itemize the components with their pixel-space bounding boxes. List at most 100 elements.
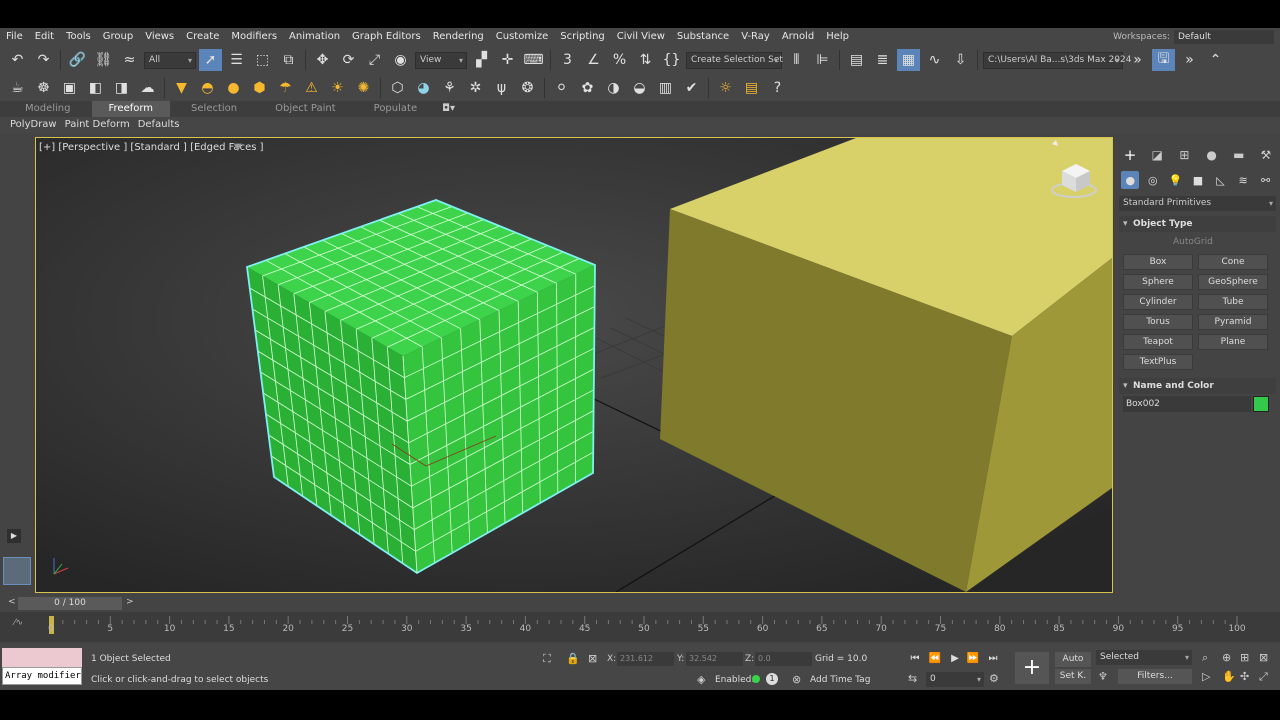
viewport-layout-thumb[interactable] [3,557,31,585]
rectangular-selection-icon[interactable]: ⬚ [251,49,274,71]
material-sphere-icon[interactable]: ⚪ [550,77,573,99]
place-icon[interactable]: ◉ [389,49,412,71]
select-manipulate-icon[interactable]: ✛ [496,49,519,71]
sphere-light-icon[interactable]: ● [222,77,245,99]
cylinder-button[interactable]: Cylinder [1123,294,1193,310]
menu-substance[interactable]: Substance [671,28,735,45]
menu-civil-view[interactable]: Civil View [611,28,671,45]
tab-populate[interactable]: Populate [357,101,434,117]
textplus-button[interactable]: TextPlus [1123,354,1193,370]
autogrid-checkbox[interactable]: AutoGrid [1173,237,1213,247]
expand-layout-icon[interactable]: ▶ [7,529,21,543]
zoom-extents-all-icon[interactable]: ⊠ [1259,651,1268,664]
named-selection-set-dropdown[interactable]: Create Selection Set [686,51,783,69]
maximize-viewport-icon[interactable]: ⤢ [1259,670,1268,684]
schematic-view-icon[interactable]: ⇩ [949,49,972,71]
add-time-tag[interactable]: Add Time Tag [810,675,870,685]
zoom-icon[interactable]: ⌕ [1202,651,1208,665]
sun-light-icon[interactable]: ⚠ [300,77,323,99]
time-next-icon[interactable]: > [126,597,134,607]
undo-icon[interactable]: ↶ [6,49,29,71]
adaptive-degradation-icon[interactable]: ◈ [697,673,705,686]
tab-object-paint[interactable]: Object Paint [258,101,353,117]
selection-lock-icon[interactable]: 🔒 [566,652,580,665]
menu-modifiers[interactable]: Modifiers [225,28,283,45]
shapes-icon[interactable]: ◎ [1144,171,1162,189]
create-tab-icon[interactable]: + [1119,146,1141,164]
go-to-end-icon[interactable]: ⏭ [984,651,1002,667]
geometry-icon[interactable]: ● [1121,171,1140,189]
render-in-cloud-icon[interactable]: ☁ [136,77,159,99]
paint-deform-panel[interactable]: Paint Deform [61,117,134,133]
time-prev-icon[interactable]: < [8,597,16,607]
spot-light-icon[interactable]: ◓ [196,77,219,99]
menu-arnold[interactable]: Arnold [776,28,820,45]
time-configuration-icon[interactable]: ⚙ [989,672,999,685]
pyramid-button[interactable]: Pyramid [1198,314,1268,330]
lister-icon[interactable]: ☼ [714,77,737,99]
curve-editor-icon[interactable]: ∿ [923,49,946,71]
menu-create[interactable]: Create [180,28,225,45]
current-frame-field[interactable]: 0 [926,672,984,687]
redo-icon[interactable]: ↷ [32,49,55,71]
list-icon[interactable]: ▤ [740,77,763,99]
edit-named-selection-icon[interactable]: {} [660,49,683,71]
maxscript-input[interactable]: Array modifier [2,667,82,685]
workspaces-dropdown[interactable]: Default [1174,29,1274,44]
auto-key-button[interactable]: Auto [1055,652,1091,667]
render-iterative-icon[interactable]: ◨ [110,77,133,99]
reference-coordinate-dropdown[interactable]: View [415,51,467,69]
select-object-icon[interactable]: ➚ [199,49,222,71]
help-icon[interactable]: ? [766,77,789,99]
tab-selection[interactable]: Selection [174,101,254,117]
menu-file[interactable]: File [0,28,29,45]
link-icon[interactable]: 🔗 [66,49,89,71]
modify-tab-icon[interactable]: ◪ [1146,146,1168,164]
collapse-chevron-icon[interactable]: ⌃ [1204,49,1227,71]
material-editor-icon[interactable]: ✿ [576,77,599,99]
maxscript-listener-mini[interactable] [2,648,82,668]
z-coordinate-field[interactable]: 0.0 [755,652,812,666]
teapot-button[interactable]: Teapot [1123,334,1193,350]
name-and-color-rollout[interactable]: Name and Color [1119,378,1276,394]
perspective-viewport[interactable]: [+] [Perspective ] [Standard ] [Edged Fa… [35,137,1113,593]
key-mode-toggle-icon[interactable]: ⇆ [908,672,917,685]
object-color-swatch[interactable] [1253,396,1269,412]
menu-graph-editors[interactable]: Graph Editors [346,28,427,45]
torus-button[interactable]: Torus [1123,314,1193,330]
pan-view-icon[interactable]: ✋ [1222,670,1236,683]
selection-filter-dropdown[interactable]: All [144,51,196,69]
viewport-filter-icon[interactable]: ▼ [234,142,242,153]
enabled-indicator-icon[interactable] [752,675,760,683]
menu-scripting[interactable]: Scripting [554,28,610,45]
lights-icon[interactable]: 💡 [1166,171,1184,189]
angle-snap-icon[interactable]: ∠ [582,49,605,71]
select-by-name-icon[interactable]: ☰ [225,49,248,71]
object-type-rollout[interactable]: Object Type [1119,216,1276,232]
vray-sphere-icon[interactable]: ◕ [412,77,435,99]
box-button[interactable]: Box [1123,254,1193,270]
menu-views[interactable]: Views [139,28,180,45]
key-filters-button[interactable]: Filters... [1118,669,1192,684]
scene-explorer-icon[interactable]: ▤ [845,49,868,71]
ribbon-options-icon[interactable]: ◘▾ [438,101,459,117]
pivot-center-icon[interactable]: ▞ [470,49,493,71]
utilities-tab-icon[interactable]: ⚒ [1255,146,1277,164]
orbit-icon[interactable]: ✣ [1240,670,1249,683]
teapot-render-icon[interactable]: ☕ [6,77,29,99]
go-to-start-icon[interactable]: ⏮ [906,651,924,667]
menu-rendering[interactable]: Rendering [427,28,490,45]
object-name-field[interactable]: Box002 [1123,396,1251,412]
align-icon[interactable]: ⊫ [811,49,834,71]
menu-edit[interactable]: Edit [29,28,60,45]
next-frame-icon[interactable]: ⏩ [964,651,982,667]
save-scene-icon[interactable]: 🖫 [1152,49,1175,71]
ribbon-toggle-icon[interactable]: ▦ [897,49,920,71]
time-slider[interactable]: 0 / 100 [18,597,122,610]
play-icon[interactable]: ▶ [946,651,964,667]
percent-snap-icon[interactable]: % [608,49,631,71]
overflow-chevron-icon-2[interactable]: » [1178,49,1201,71]
primitive-category-dropdown[interactable]: Standard Primitives [1119,196,1276,211]
menu-tools[interactable]: Tools [60,28,97,45]
plane-button[interactable]: Plane [1198,334,1268,350]
